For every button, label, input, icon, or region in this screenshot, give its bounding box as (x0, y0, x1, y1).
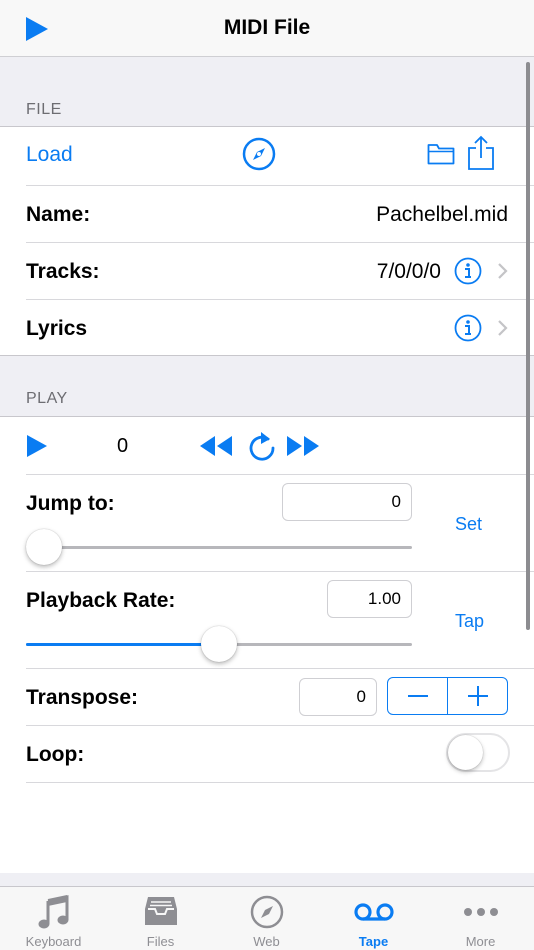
tab-bar: Keyboard Files Web Tape More (0, 886, 534, 950)
jump-slider-track[interactable] (26, 546, 412, 549)
transport-row: 0 (0, 417, 534, 474)
play-group: 0 Jump to: 0 Set Playback Rate: 1.00 Tap… (0, 416, 534, 873)
chevron-right-icon (498, 263, 508, 279)
info-icon[interactable] (454, 257, 482, 285)
page-title: MIDI File (223, 16, 311, 39)
rate-input[interactable]: 1.00 (327, 580, 412, 618)
transpose-input[interactable]: 0 (299, 678, 377, 716)
name-label: Name: (26, 203, 91, 226)
folder-icon[interactable] (427, 143, 455, 165)
lyrics-row[interactable]: Lyrics (0, 300, 534, 356)
rate-slider-fill (26, 643, 219, 646)
rate-label: Playback Rate: (26, 589, 176, 612)
toggle-knob (448, 735, 483, 770)
jump-input[interactable]: 0 (282, 483, 412, 521)
jump-slider-thumb[interactable] (26, 529, 62, 565)
tab-label: Files (146, 934, 175, 949)
load-button[interactable]: Load (26, 143, 73, 167)
tab-label: Keyboard (25, 934, 82, 949)
share-icon[interactable] (467, 135, 495, 171)
chevron-right-icon (498, 320, 508, 336)
tap-button[interactable]: Tap (455, 611, 484, 632)
increment-button[interactable] (447, 678, 507, 714)
tab-label: Tape (358, 934, 389, 949)
loop-label: Loop: (26, 743, 85, 766)
transpose-stepper (387, 677, 508, 715)
tab-keyboard[interactable]: Keyboard (0, 887, 107, 950)
lyrics-label: Lyrics (26, 317, 88, 340)
fast-forward-icon[interactable] (286, 435, 320, 457)
loop-toggle[interactable] (446, 733, 510, 772)
tab-tape[interactable]: Tape (320, 887, 427, 950)
tape-icon (353, 903, 394, 921)
file-group: Load Name: Pachelbel.mid Tracks: 7/0/0/0 (0, 126, 534, 356)
jump-row: Jump to: 0 Set (0, 475, 534, 571)
rate-slider-thumb[interactable] (201, 626, 237, 662)
plus-icon (467, 686, 488, 706)
name-value: Pachelbel.mid (376, 203, 508, 226)
tracks-label: Tracks: (26, 260, 100, 283)
tab-label: More (465, 934, 496, 949)
play-section-header: PLAY (26, 390, 68, 407)
divider (26, 782, 534, 783)
compass-icon[interactable] (242, 137, 276, 171)
set-button[interactable]: Set (455, 514, 482, 535)
decrement-button[interactable] (388, 678, 447, 714)
minus-icon (407, 695, 428, 697)
tracks-row[interactable]: Tracks: 7/0/0/0 (0, 243, 534, 299)
tracks-value: 7/0/0/0 (376, 260, 441, 283)
name-row: Name: Pachelbel.mid (0, 186, 534, 242)
repeat-icon[interactable] (248, 430, 276, 462)
scrollbar[interactable] (526, 62, 530, 630)
more-icon (463, 908, 498, 916)
play-icon[interactable] (26, 434, 48, 458)
rewind-icon[interactable] (199, 435, 233, 457)
file-section-header: FILE (26, 101, 62, 118)
info-icon[interactable] (454, 314, 482, 342)
tab-files[interactable]: Files (107, 887, 214, 950)
compass-icon (250, 895, 283, 929)
rate-row: Playback Rate: 1.00 Tap (0, 572, 534, 668)
tab-label: Web (253, 934, 280, 949)
tray-icon (144, 897, 177, 925)
tab-web[interactable]: Web (213, 887, 320, 950)
transpose-label: Transpose: (26, 686, 139, 709)
music-note-icon (38, 895, 68, 929)
navigation-bar: MIDI File (0, 0, 534, 57)
position-value: 0 (117, 435, 129, 457)
tab-more[interactable]: More (427, 887, 534, 950)
jump-label: Jump to: (26, 492, 115, 515)
load-row: Load (0, 127, 534, 185)
